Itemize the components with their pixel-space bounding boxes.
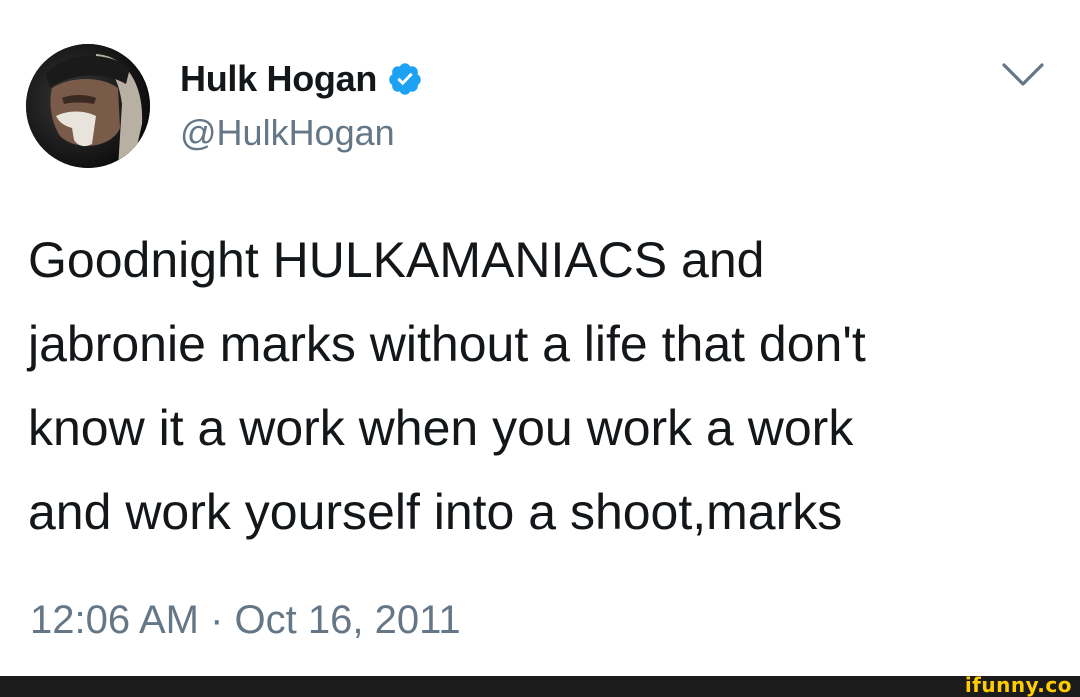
- tweet-card: Hulk Hogan @HulkHogan Goodnight HULKAMAN…: [0, 0, 1080, 676]
- chevron-down-icon[interactable]: [1000, 60, 1046, 90]
- verified-badge-icon: [389, 63, 421, 95]
- watermark-bar: ifunny.co: [0, 673, 1080, 697]
- profile-avatar[interactable]: [26, 44, 150, 168]
- display-name[interactable]: Hulk Hogan: [180, 58, 377, 100]
- user-handle[interactable]: @HulkHogan: [180, 112, 395, 154]
- tweet-timestamp[interactable]: 12:06 AM · Oct 16, 2011: [30, 598, 461, 643]
- avatar-image: [26, 44, 150, 168]
- tweet-text: Goodnight HULKAMANIACS and jabronie mark…: [28, 232, 866, 540]
- author-name-row: Hulk Hogan: [180, 54, 423, 104]
- ifunny-watermark: ifunny.co: [964, 673, 1072, 697]
